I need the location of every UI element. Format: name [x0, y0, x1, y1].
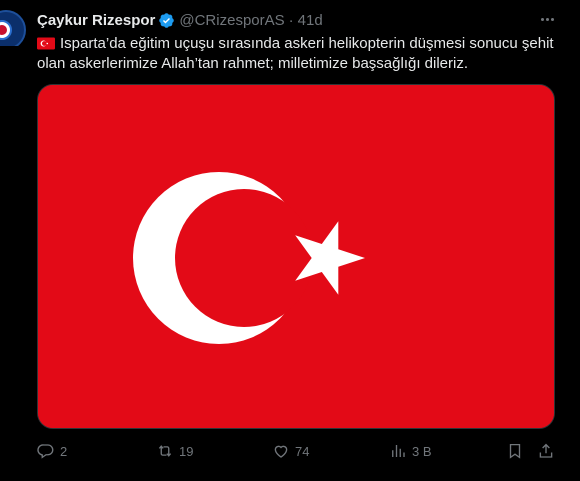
bookmark-button[interactable] — [506, 440, 524, 462]
reply-button[interactable]: 2 — [37, 440, 67, 462]
tweet-text: Isparta’da eğitim uçuşu sırasında askeri… — [37, 35, 554, 72]
reply-count: 2 — [60, 443, 68, 459]
like-count: 74 — [295, 443, 310, 459]
author-name[interactable]: Çaykur Rizespor — [37, 12, 155, 29]
views-count: 3 B — [412, 443, 432, 459]
retweet-icon — [158, 445, 172, 457]
tweet-media-image[interactable] — [37, 84, 555, 429]
like-button[interactable]: 74 — [272, 440, 309, 462]
tweet-text-container: Isparta’da eğitim uçuşu sırasında askeri… — [37, 34, 557, 74]
retweet-button[interactable]: 19 — [156, 440, 193, 462]
share-icon — [539, 443, 553, 458]
turkish-flag-image — [38, 85, 554, 428]
bookmark-icon — [509, 443, 521, 459]
share-button[interactable] — [537, 440, 555, 462]
heart-icon — [274, 445, 288, 458]
views-button[interactable]: 3 B — [389, 440, 432, 462]
turkey-flag-emoji-icon — [37, 36, 55, 50]
tweet-timestamp[interactable]: 41d — [298, 12, 323, 29]
tweet-header: Çaykur Rizespor @CRizesporAS · 41d — [37, 10, 323, 30]
views-chart-icon — [392, 445, 405, 457]
flag-crescent-inner — [175, 189, 313, 327]
verified-badge-icon — [158, 12, 175, 29]
more-options-icon[interactable] — [537, 10, 557, 28]
retweet-count: 19 — [179, 443, 194, 459]
avatar-logo — [0, 10, 26, 46]
tweet-actions: 2 19 74 3 B — [37, 440, 557, 462]
header-separator: · — [288, 11, 294, 29]
reply-icon — [37, 444, 54, 459]
avatar[interactable] — [0, 10, 26, 46]
author-handle[interactable]: @CRizesporAS — [179, 12, 284, 29]
